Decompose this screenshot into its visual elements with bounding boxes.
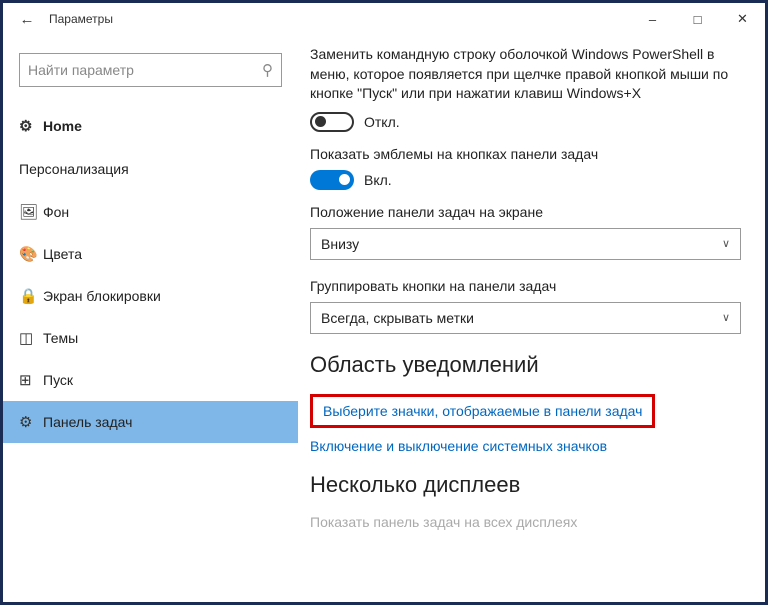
sidebar-item-taskbar[interactable]: ⚙ Панель задач: [3, 401, 298, 443]
sidebar-item-label: Экран блокировки: [43, 288, 161, 304]
window-controls: – □ ✕: [630, 3, 765, 35]
sidebar-item-label: Темы: [43, 330, 78, 346]
position-dropdown[interactable]: Внизу ∨: [310, 228, 741, 260]
dropdown-value: Всегда, скрывать метки: [321, 310, 474, 326]
titlebar: ← Параметры – □ ✕: [3, 3, 765, 35]
start-icon: ⊞: [19, 371, 43, 389]
badges-toggle[interactable]: [310, 170, 354, 190]
system-icons-link[interactable]: Включение и выключение системных значков: [310, 438, 741, 454]
minimize-button[interactable]: –: [630, 3, 675, 35]
dropdown-value: Внизу: [321, 236, 359, 252]
sidebar-item-themes[interactable]: ◫ Темы: [3, 317, 298, 359]
sidebar: ⚲ ⚙ Home Персонализация 🖼 Фон 🎨 Цвета 🔒 …: [3, 35, 298, 602]
themes-icon: ◫: [19, 329, 43, 347]
sidebar-home[interactable]: ⚙ Home: [3, 105, 298, 147]
maximize-button[interactable]: □: [675, 3, 720, 35]
taskbar-icon: ⚙: [19, 413, 43, 431]
gear-icon: ⚙: [19, 117, 43, 135]
sidebar-item-start[interactable]: ⊞ Пуск: [3, 359, 298, 401]
window-title: Параметры: [43, 12, 113, 26]
sidebar-item-label: Панель задач: [43, 414, 132, 430]
sidebar-item-label: Цвета: [43, 246, 82, 262]
powershell-toggle[interactable]: [310, 112, 354, 132]
toggle-knob: [339, 174, 350, 185]
powershell-toggle-row: Откл.: [310, 112, 741, 132]
search-input[interactable]: ⚲: [19, 53, 282, 87]
multiple-displays-desc: Показать панель задач на всех дисплеях: [310, 514, 741, 530]
search-icon: ⚲: [262, 61, 273, 79]
toggle-state-label: Вкл.: [364, 172, 392, 188]
sidebar-group-label: Персонализация: [3, 155, 298, 191]
main-panel: Заменить командную строку оболочкой Wind…: [298, 35, 765, 602]
picture-icon: 🖼: [19, 203, 43, 221]
position-label: Положение панели задач на экране: [310, 204, 741, 220]
home-label: Home: [43, 118, 82, 134]
search-field[interactable]: [28, 62, 262, 78]
badges-toggle-row: Вкл.: [310, 170, 741, 190]
back-button[interactable]: ←: [11, 11, 43, 28]
toggle-knob: [315, 116, 326, 127]
powershell-description: Заменить командную строку оболочкой Wind…: [310, 45, 741, 104]
select-icons-link[interactable]: Выберите значки, отображаемые в панели з…: [323, 403, 642, 419]
sidebar-item-colors[interactable]: 🎨 Цвета: [3, 233, 298, 275]
chevron-down-icon: ∨: [722, 237, 730, 250]
lock-icon: 🔒: [19, 287, 43, 305]
toggle-state-label: Откл.: [364, 114, 400, 130]
highlighted-link-box: Выберите значки, отображаемые в панели з…: [310, 394, 655, 428]
sidebar-item-lockscreen[interactable]: 🔒 Экран блокировки: [3, 275, 298, 317]
multiple-displays-heading: Несколько дисплеев: [310, 472, 741, 498]
grouping-label: Группировать кнопки на панели задач: [310, 278, 741, 294]
sidebar-item-label: Фон: [43, 204, 69, 220]
sidebar-item-label: Пуск: [43, 372, 73, 388]
chevron-down-icon: ∨: [722, 311, 730, 324]
palette-icon: 🎨: [19, 245, 43, 263]
close-button[interactable]: ✕: [720, 3, 765, 35]
content-area: ⚲ ⚙ Home Персонализация 🖼 Фон 🎨 Цвета 🔒 …: [3, 35, 765, 602]
sidebar-item-background[interactable]: 🖼 Фон: [3, 191, 298, 233]
notification-area-heading: Область уведомлений: [310, 352, 741, 378]
badges-label: Показать эмблемы на кнопках панели задач: [310, 146, 741, 162]
grouping-dropdown[interactable]: Всегда, скрывать метки ∨: [310, 302, 741, 334]
